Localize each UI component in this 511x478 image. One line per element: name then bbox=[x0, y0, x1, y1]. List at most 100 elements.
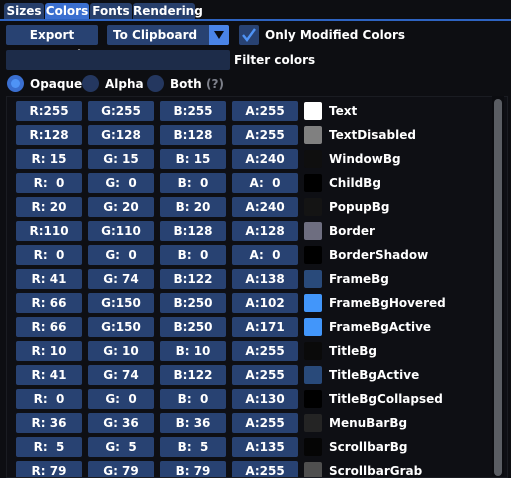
channel-a-field[interactable]: A:255 bbox=[232, 341, 298, 361]
color-swatch[interactable] bbox=[304, 150, 322, 168]
channel-a-field[interactable]: A:255 bbox=[232, 413, 298, 433]
only-modified-checkbox[interactable] bbox=[239, 25, 259, 45]
channel-a-field[interactable]: A:102 bbox=[232, 293, 298, 313]
channel-b-field[interactable]: B: 0 bbox=[160, 245, 226, 265]
export-target-combo[interactable]: To Clipboard bbox=[107, 25, 229, 45]
color-swatch[interactable] bbox=[304, 174, 322, 192]
color-swatch[interactable] bbox=[304, 270, 322, 288]
channel-a-field[interactable]: A:171 bbox=[232, 317, 298, 337]
channel-a-field[interactable]: A: 0 bbox=[232, 245, 298, 265]
tab-fonts[interactable]: Fonts bbox=[90, 3, 132, 20]
radio-opaque[interactable] bbox=[7, 75, 24, 92]
export-target-value: To Clipboard bbox=[113, 28, 198, 42]
combo-arrow-button[interactable] bbox=[209, 25, 229, 45]
channel-a-field[interactable]: A:138 bbox=[232, 269, 298, 289]
channel-r-field[interactable]: R:110 bbox=[16, 221, 82, 241]
channel-r-field[interactable]: R: 0 bbox=[16, 389, 82, 409]
channel-g-field[interactable]: G: 36 bbox=[88, 413, 154, 433]
channel-g-field[interactable]: G: 20 bbox=[88, 197, 154, 217]
channel-a-field[interactable]: A:240 bbox=[232, 197, 298, 217]
color-swatch[interactable] bbox=[304, 318, 322, 336]
channel-b-field[interactable]: B: 10 bbox=[160, 341, 226, 361]
channel-r-field[interactable]: R: 41 bbox=[16, 365, 82, 385]
channel-g-field[interactable]: G: 74 bbox=[88, 269, 154, 289]
color-swatch[interactable] bbox=[304, 246, 322, 264]
channel-b-field[interactable]: B:255 bbox=[160, 101, 226, 121]
channel-r-field[interactable]: R:128 bbox=[16, 125, 82, 145]
channel-b-field[interactable]: B: 5 bbox=[160, 437, 226, 457]
channel-g-field[interactable]: G: 15 bbox=[88, 149, 154, 169]
color-swatch[interactable] bbox=[304, 414, 322, 432]
color-swatch[interactable] bbox=[304, 102, 322, 120]
channel-b-field[interactable]: B: 0 bbox=[160, 389, 226, 409]
channel-r-field[interactable]: R: 0 bbox=[16, 173, 82, 193]
channel-g-field[interactable]: G:128 bbox=[88, 125, 154, 145]
channel-b-field[interactable]: B:122 bbox=[160, 365, 226, 385]
channel-b-field[interactable]: B:128 bbox=[160, 221, 226, 241]
channel-b-field[interactable]: B: 0 bbox=[160, 173, 226, 193]
export-unsaved-button[interactable]: Export Unsaved bbox=[6, 25, 98, 62]
channel-b-field[interactable]: B: 36 bbox=[160, 413, 226, 433]
color-name: ChildBg bbox=[329, 176, 381, 190]
color-swatch[interactable] bbox=[304, 366, 322, 384]
channel-r-field[interactable]: R: 66 bbox=[16, 293, 82, 313]
channel-r-field[interactable]: R: 15 bbox=[16, 149, 82, 169]
channel-g-field[interactable]: G:150 bbox=[88, 317, 154, 337]
tab-colors[interactable]: Colors bbox=[45, 3, 89, 20]
channel-r-field[interactable]: R: 10 bbox=[16, 341, 82, 361]
channel-g-field[interactable]: G: 74 bbox=[88, 365, 154, 385]
color-name: ScrollbarBg bbox=[329, 440, 408, 454]
filter-input[interactable] bbox=[6, 50, 230, 70]
channel-a-field[interactable]: A:255 bbox=[232, 365, 298, 385]
channel-g-field[interactable]: G: 0 bbox=[88, 245, 154, 265]
channel-g-field[interactable]: G:150 bbox=[88, 293, 154, 313]
tab-sizes[interactable]: Sizes bbox=[4, 3, 44, 20]
channel-a-field[interactable]: A:255 bbox=[232, 101, 298, 121]
color-swatch[interactable] bbox=[304, 198, 322, 216]
channel-b-field[interactable]: B: 20 bbox=[160, 197, 226, 217]
channel-r-field[interactable]: R: 20 bbox=[16, 197, 82, 217]
chevron-down-icon bbox=[214, 31, 224, 39]
channel-r-field[interactable]: R: 36 bbox=[16, 413, 82, 433]
tab-label: Colors bbox=[45, 4, 89, 18]
channel-a-field[interactable]: A:135 bbox=[232, 437, 298, 457]
channel-b-field[interactable]: B: 79 bbox=[160, 461, 226, 477]
channel-a-field[interactable]: A:240 bbox=[232, 149, 298, 169]
channel-r-field[interactable]: R: 41 bbox=[16, 269, 82, 289]
color-swatch[interactable] bbox=[304, 438, 322, 456]
channel-a-field[interactable]: A:255 bbox=[232, 461, 298, 477]
channel-g-field[interactable]: G: 0 bbox=[88, 389, 154, 409]
channel-r-field[interactable]: R: 5 bbox=[16, 437, 82, 457]
channel-g-field[interactable]: G:255 bbox=[88, 101, 154, 121]
radio-both[interactable] bbox=[147, 75, 164, 92]
channel-b-field[interactable]: B:128 bbox=[160, 125, 226, 145]
channel-b-field[interactable]: B: 15 bbox=[160, 149, 226, 169]
channel-g-field[interactable]: G: 79 bbox=[88, 461, 154, 477]
radio-alpha[interactable] bbox=[82, 75, 99, 92]
channel-r-field[interactable]: R: 66 bbox=[16, 317, 82, 337]
channel-r-field[interactable]: R: 79 bbox=[16, 461, 82, 477]
channel-b-field[interactable]: B:250 bbox=[160, 293, 226, 313]
color-swatch[interactable] bbox=[304, 390, 322, 408]
channel-a-field[interactable]: A: 0 bbox=[232, 173, 298, 193]
channel-g-field[interactable]: G: 10 bbox=[88, 341, 154, 361]
channel-g-field[interactable]: G:110 bbox=[88, 221, 154, 241]
channel-a-field[interactable]: A:255 bbox=[232, 125, 298, 145]
channel-b-field[interactable]: B:122 bbox=[160, 269, 226, 289]
color-swatch[interactable] bbox=[304, 342, 322, 360]
color-swatch[interactable] bbox=[304, 294, 322, 312]
channel-a-field[interactable]: A:128 bbox=[232, 221, 298, 241]
color-name: PopupBg bbox=[329, 200, 390, 214]
scrollbar-grab[interactable] bbox=[494, 99, 502, 476]
channel-r-field[interactable]: R: 0 bbox=[16, 245, 82, 265]
channel-a-field[interactable]: A:130 bbox=[232, 389, 298, 409]
channel-b-field[interactable]: B:250 bbox=[160, 317, 226, 337]
channel-g-field[interactable]: G: 5 bbox=[88, 437, 154, 457]
help-marker[interactable]: (?) bbox=[206, 74, 224, 94]
color-name: MenuBarBg bbox=[329, 416, 408, 430]
channel-g-field[interactable]: G: 0 bbox=[88, 173, 154, 193]
color-swatch[interactable] bbox=[304, 222, 322, 240]
channel-r-field[interactable]: R:255 bbox=[16, 101, 82, 121]
tab-rendering[interactable]: Rendering bbox=[133, 3, 203, 20]
color-swatch[interactable] bbox=[304, 126, 322, 144]
